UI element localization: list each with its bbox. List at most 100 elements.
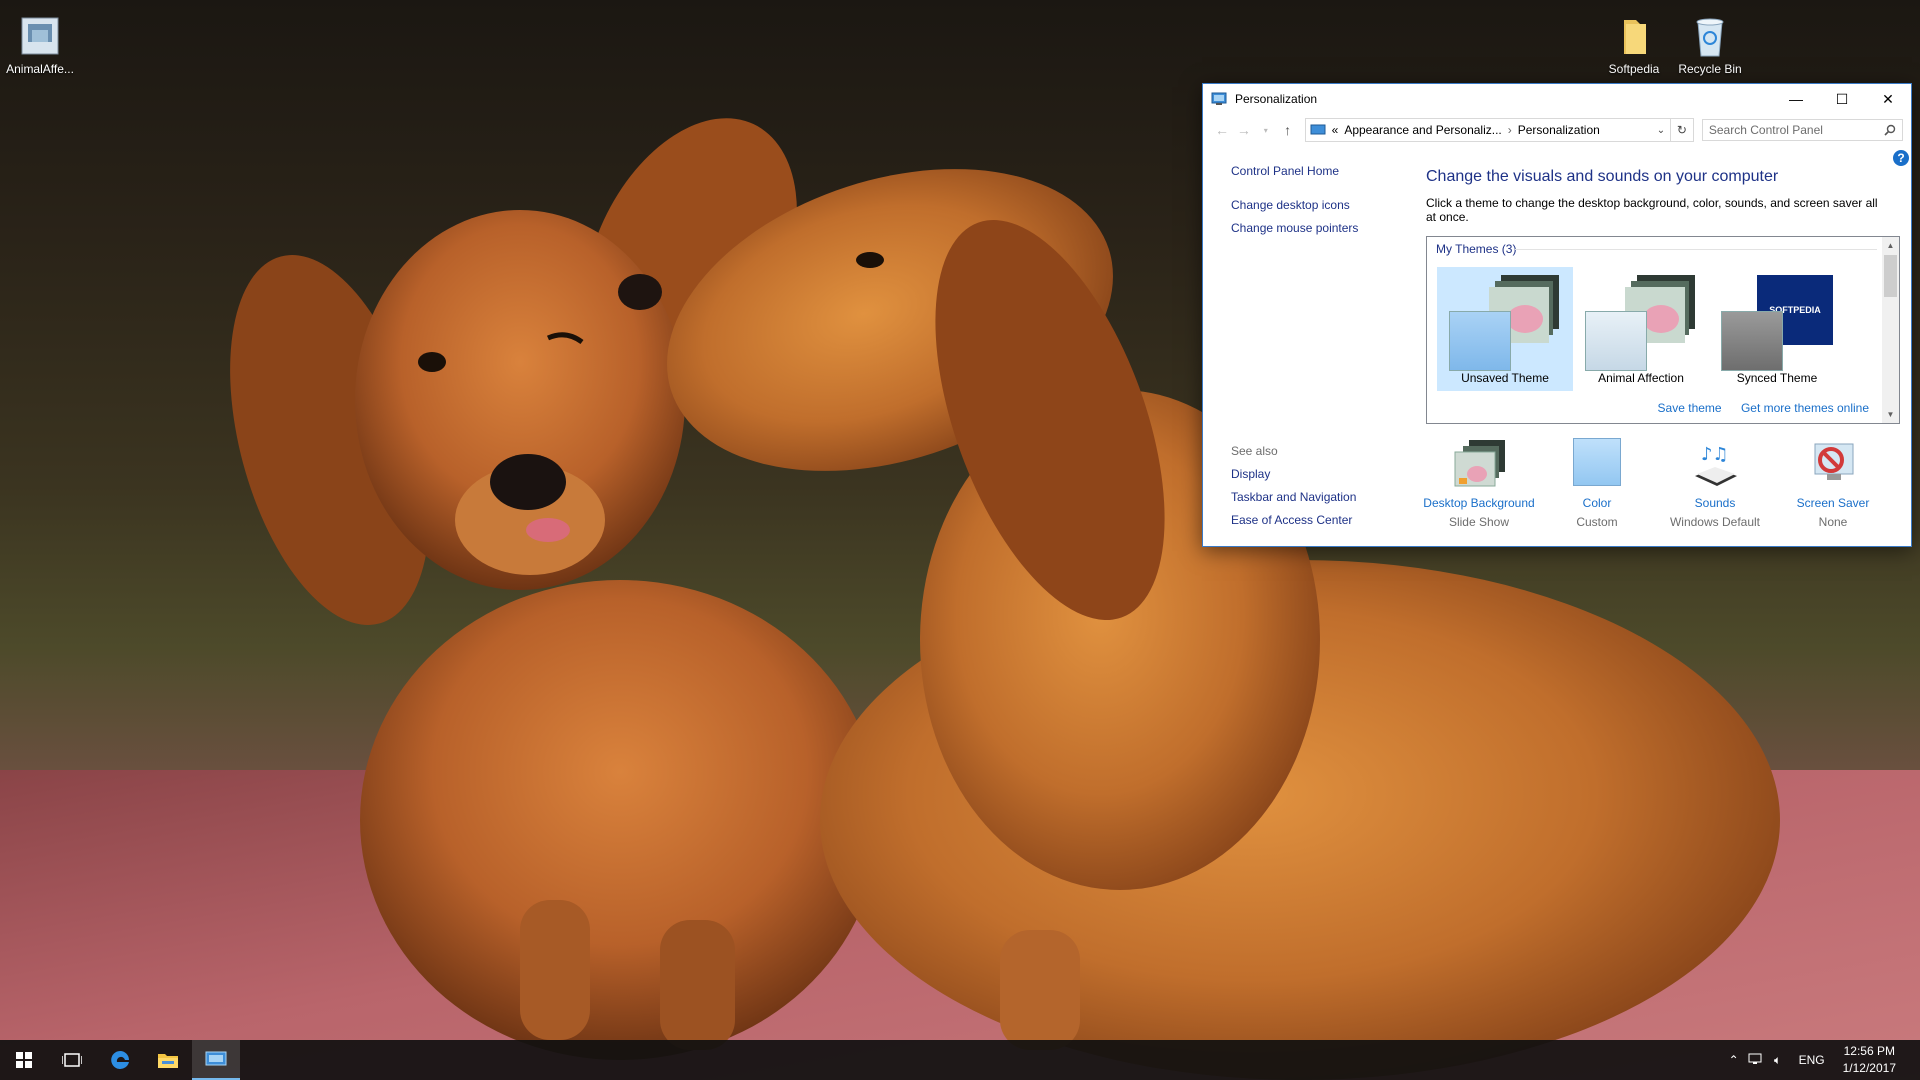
see-also-label: See also	[1231, 444, 1278, 458]
personalization-window: Personalization — ☐ ✕ ← → ▾ ↑ « Appearan…	[1202, 83, 1912, 547]
screen-saver-icon	[1805, 438, 1861, 490]
setting-value: Custom	[1576, 515, 1618, 529]
theme-name: Animal Affection	[1598, 371, 1684, 385]
theme-color-swatch	[1449, 311, 1511, 371]
breadcrumb-current[interactable]: Personalization	[1518, 123, 1600, 137]
search-placeholder: Search Control Panel	[1708, 123, 1823, 137]
group-divider	[1515, 249, 1877, 250]
themes-scrollbar[interactable]: ▲ ▼	[1882, 237, 1899, 423]
folder-icon	[1612, 14, 1656, 58]
start-button[interactable]	[0, 1040, 48, 1080]
scroll-up-icon[interactable]: ▲	[1882, 237, 1899, 254]
show-hidden-icons-chevron-icon[interactable]: ⌃	[1723, 1053, 1745, 1067]
address-bar[interactable]: « Appearance and Personaliz... › Persona…	[1304, 118, 1671, 142]
setting-label: Screen Saver	[1796, 496, 1870, 510]
setting-value: None	[1818, 515, 1848, 529]
desktop-icon-animalaffection[interactable]: AnimalAffe...	[0, 8, 80, 76]
search-icon	[1884, 124, 1896, 136]
system-tray: ⌃ 🔈︎ ENG 12:56 PM 1/12/2017	[1723, 1040, 1920, 1080]
scroll-down-icon[interactable]: ▼	[1882, 406, 1899, 423]
sounds-setting[interactable]: ♪♫ Sounds Windows Default	[1656, 438, 1774, 529]
control-panel-icon	[205, 1051, 227, 1066]
window-title: Personalization	[1235, 92, 1318, 106]
left-navigation: Control Panel Home Change desktop icons …	[1231, 164, 1401, 244]
themes-list: My Themes (3) Unsaved Theme Animal Affec…	[1426, 236, 1900, 424]
control-panel-home-link[interactable]: Control Panel Home	[1231, 164, 1401, 178]
maximize-button[interactable]: ☐	[1819, 84, 1865, 114]
language-indicator[interactable]: ENG	[1799, 1053, 1825, 1067]
save-theme-link[interactable]: Save theme	[1658, 401, 1722, 415]
volume-icon[interactable]: 🔈︎	[1767, 1053, 1789, 1068]
desktop-icon-label: Recycle Bin	[1678, 62, 1742, 76]
theme-settings-row: Desktop Background Slide Show Color Cust…	[1423, 438, 1906, 538]
desktop-background-icon	[1451, 438, 1507, 490]
setting-label: Color	[1582, 496, 1612, 510]
refresh-icon[interactable]: ↻	[1670, 118, 1694, 142]
theme-unsaved[interactable]: Unsaved Theme	[1437, 267, 1573, 391]
window-titlebar[interactable]: Personalization — ☐ ✕	[1203, 84, 1911, 114]
theme-thumbnail	[1445, 271, 1565, 371]
clock[interactable]: 12:56 PM 1/12/2017	[1843, 1043, 1896, 1077]
control-panel-icon	[1211, 92, 1227, 105]
clock-date: 1/12/2017	[1842, 1061, 1896, 1075]
control-panel-breadcrumb-icon	[1310, 124, 1326, 135]
ease-of-access-link[interactable]: Ease of Access Center	[1231, 513, 1356, 527]
theme-animal-affection[interactable]: Animal Affection	[1573, 267, 1709, 391]
theme-thumbnail	[1581, 271, 1701, 371]
network-icon[interactable]	[1745, 1052, 1767, 1069]
clock-time: 12:56 PM	[1843, 1044, 1895, 1058]
minimize-button[interactable]: —	[1773, 84, 1819, 114]
address-bar-row: ← → ▾ ↑ « Appearance and Personaliz... ›…	[1203, 114, 1911, 146]
recent-locations-chevron-icon[interactable]: ▾	[1255, 126, 1277, 135]
page-description: Click a theme to change the desktop back…	[1426, 196, 1878, 224]
change-desktop-icons-link[interactable]: Change desktop icons	[1231, 198, 1401, 212]
edge-browser-button[interactable]	[96, 1040, 144, 1080]
setting-label: Desktop Background	[1423, 496, 1535, 510]
theme-synced[interactable]: SOFTPEDIA Synced Theme	[1709, 267, 1845, 391]
control-panel-taskbar-button[interactable]	[192, 1040, 240, 1080]
sounds-icon: ♪♫	[1687, 438, 1743, 490]
taskbar-navigation-link[interactable]: Taskbar and Navigation	[1231, 490, 1356, 504]
desktop-icon-softpedia[interactable]: Softpedia	[1594, 8, 1674, 76]
recycle-bin-icon	[1688, 14, 1732, 58]
change-mouse-pointers-link[interactable]: Change mouse pointers	[1231, 221, 1401, 235]
theme-color-swatch	[1721, 311, 1783, 371]
folder-icon	[158, 1054, 178, 1068]
breadcrumb-separator-icon[interactable]: ›	[1508, 123, 1512, 137]
main-content: Change the visuals and sounds on your co…	[1426, 168, 1896, 224]
setting-value: Windows Default	[1669, 515, 1761, 529]
setting-label: Sounds	[1694, 496, 1736, 510]
see-also-section: See also Display Taskbar and Navigation …	[1231, 444, 1356, 536]
scrollbar-thumb[interactable]	[1884, 255, 1897, 297]
desktop-icon-recycle-bin[interactable]: Recycle Bin	[1670, 8, 1750, 76]
theme-file-icon	[18, 14, 62, 58]
up-arrow-icon[interactable]: ↑	[1277, 122, 1299, 138]
screen-saver-setting[interactable]: Screen Saver None	[1774, 438, 1892, 529]
edge-icon	[111, 1051, 129, 1069]
back-arrow-icon[interactable]: ←	[1211, 122, 1233, 138]
theme-name: Unsaved Theme	[1461, 371, 1549, 385]
svg-text:♪♫: ♪♫	[1701, 444, 1729, 465]
task-view-button[interactable]	[48, 1040, 96, 1080]
theme-color-swatch	[1585, 311, 1647, 371]
display-link[interactable]: Display	[1231, 467, 1356, 481]
breadcrumb-parent[interactable]: Appearance and Personaliz...	[1344, 123, 1501, 137]
theme-actions: Save theme Get more themes online	[1642, 401, 1869, 415]
theme-name: Synced Theme	[1736, 371, 1818, 385]
color-swatch-icon	[1569, 438, 1625, 490]
desktop-icon-label: Softpedia	[1608, 62, 1660, 76]
get-more-themes-link[interactable]: Get more themes online	[1741, 401, 1869, 415]
task-view-icon	[62, 1053, 82, 1067]
close-button[interactable]: ✕	[1865, 84, 1911, 114]
windows-logo-icon	[16, 1052, 32, 1068]
help-icon[interactable]: ?	[1893, 150, 1909, 166]
my-themes-group-label: My Themes (3)	[1436, 242, 1517, 256]
forward-arrow-icon[interactable]: →	[1233, 122, 1255, 138]
breadcrumb-overflow[interactable]: «	[1332, 123, 1339, 137]
page-title: Change the visuals and sounds on your co…	[1426, 168, 1779, 185]
file-explorer-button[interactable]	[144, 1040, 192, 1080]
desktop-background-setting[interactable]: Desktop Background Slide Show	[1420, 438, 1538, 529]
search-input[interactable]: Search Control Panel	[1701, 119, 1904, 141]
color-setting[interactable]: Color Custom	[1538, 438, 1656, 529]
address-dropdown-chevron-icon[interactable]: ⌄	[1652, 125, 1670, 136]
